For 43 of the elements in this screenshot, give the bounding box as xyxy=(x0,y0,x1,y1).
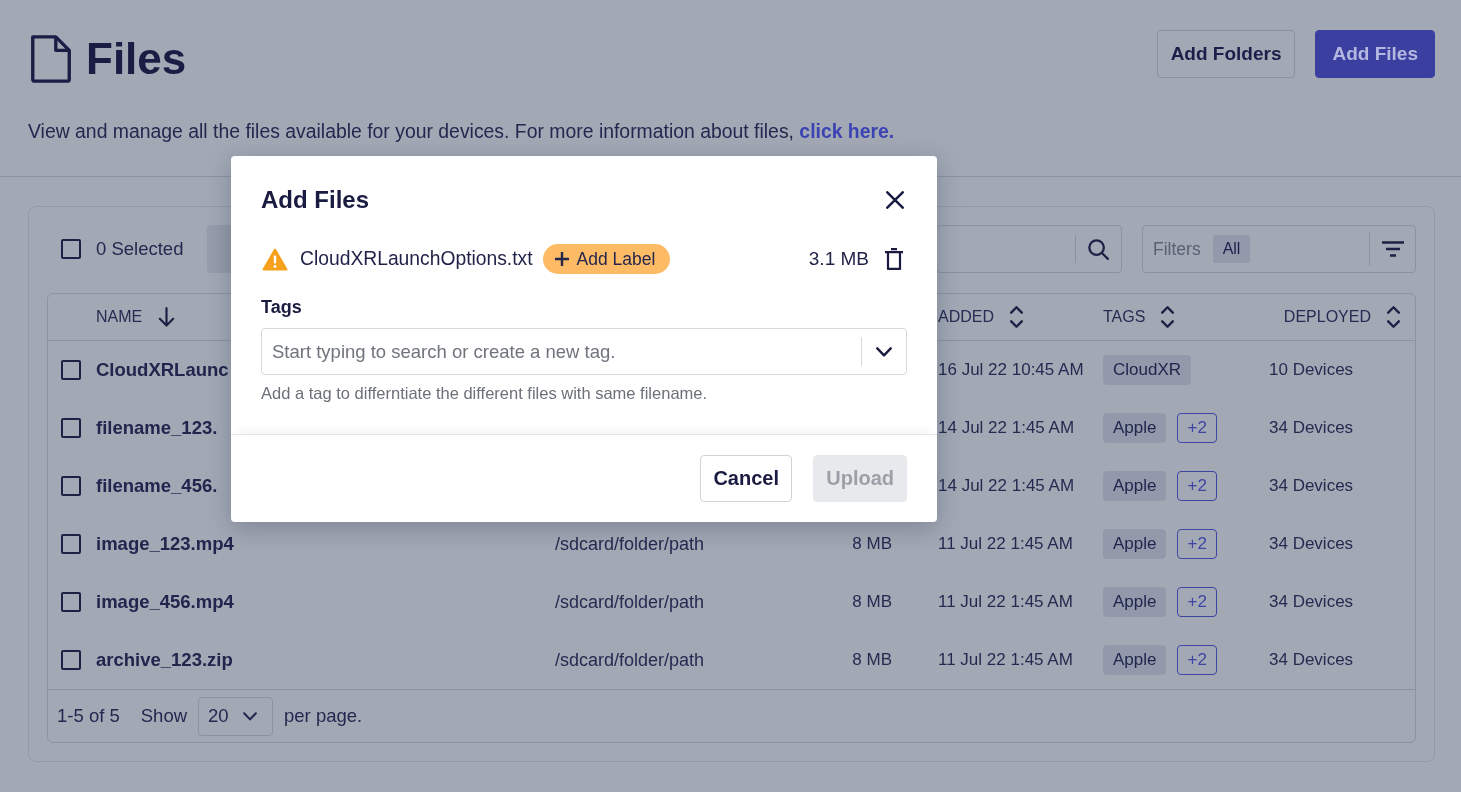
file-size: 8 MB xyxy=(852,534,892,554)
deployed-count: 34 Devices xyxy=(1269,534,1354,554)
file-path: /sdcard/folder/path xyxy=(555,649,705,671)
file-name: filename_456. xyxy=(96,475,218,497)
tag-chip: Apple xyxy=(1103,587,1167,617)
helper-text: Add a tag to differntiate the different files with same filename. xyxy=(261,383,709,403)
deployed-count: 34 Devices xyxy=(1269,418,1354,438)
dialog-title: Add Files xyxy=(261,185,369,215)
page-range: 1-5 of 5 xyxy=(57,705,120,727)
deployed-count: 10 Devices xyxy=(1269,360,1354,380)
file-size: 3.1 MB xyxy=(808,248,869,270)
tags-label: Tags xyxy=(261,296,303,318)
tag-chip: Apple xyxy=(1103,413,1167,443)
tag-chip: Apple xyxy=(1103,471,1167,501)
per-page-label: per page. xyxy=(284,705,363,727)
date-added: 11 Jul 22 1:45 AM xyxy=(938,650,1073,670)
date-added: 11 Jul 22 1:45 AM xyxy=(938,534,1073,554)
file-name: image_456.mp4 xyxy=(96,591,234,613)
file-size: 8 MB xyxy=(852,650,892,670)
date-added: 14 Jul 22 1:45 AM xyxy=(938,476,1075,496)
file-path: /sdcard/folder/path xyxy=(555,533,705,555)
file-size: 8 MB xyxy=(852,592,892,612)
file-name: archive_123.zip xyxy=(96,649,233,671)
filter-value-chip: All xyxy=(1212,235,1251,263)
tag-chip: Apple xyxy=(1103,645,1167,675)
tag-chip: CloudXR xyxy=(1103,355,1192,385)
deployed-count: 34 Devices xyxy=(1269,476,1354,496)
date-added: 11 Jul 22 1:45 AM xyxy=(938,592,1073,612)
show-label: Show xyxy=(140,705,188,727)
deployed-count: 34 Devices xyxy=(1269,592,1354,612)
tag-chip: Apple xyxy=(1103,529,1167,559)
file-name: CloudXRLaunc xyxy=(96,359,229,381)
page-description: View and manage all the files available for your devices. For more information about files, click here. xyxy=(28,119,896,143)
file-name: filename_123. xyxy=(96,417,218,439)
deployed-count: 34 Devices xyxy=(1269,650,1354,670)
file-name: image_123.mp4 xyxy=(96,533,234,555)
selected-count: 0 Selected xyxy=(96,238,185,260)
date-added: 14 Jul 22 1:45 AM xyxy=(938,418,1075,438)
file-name: CloudXRLaunchOptions.txt xyxy=(300,248,533,270)
file-path: /sdcard/folder/path xyxy=(555,591,705,613)
filters-label: Filters xyxy=(1153,238,1201,260)
page-title: Files xyxy=(86,35,187,83)
date-added: 16 Jul 22 10:45 AM xyxy=(938,360,1084,380)
